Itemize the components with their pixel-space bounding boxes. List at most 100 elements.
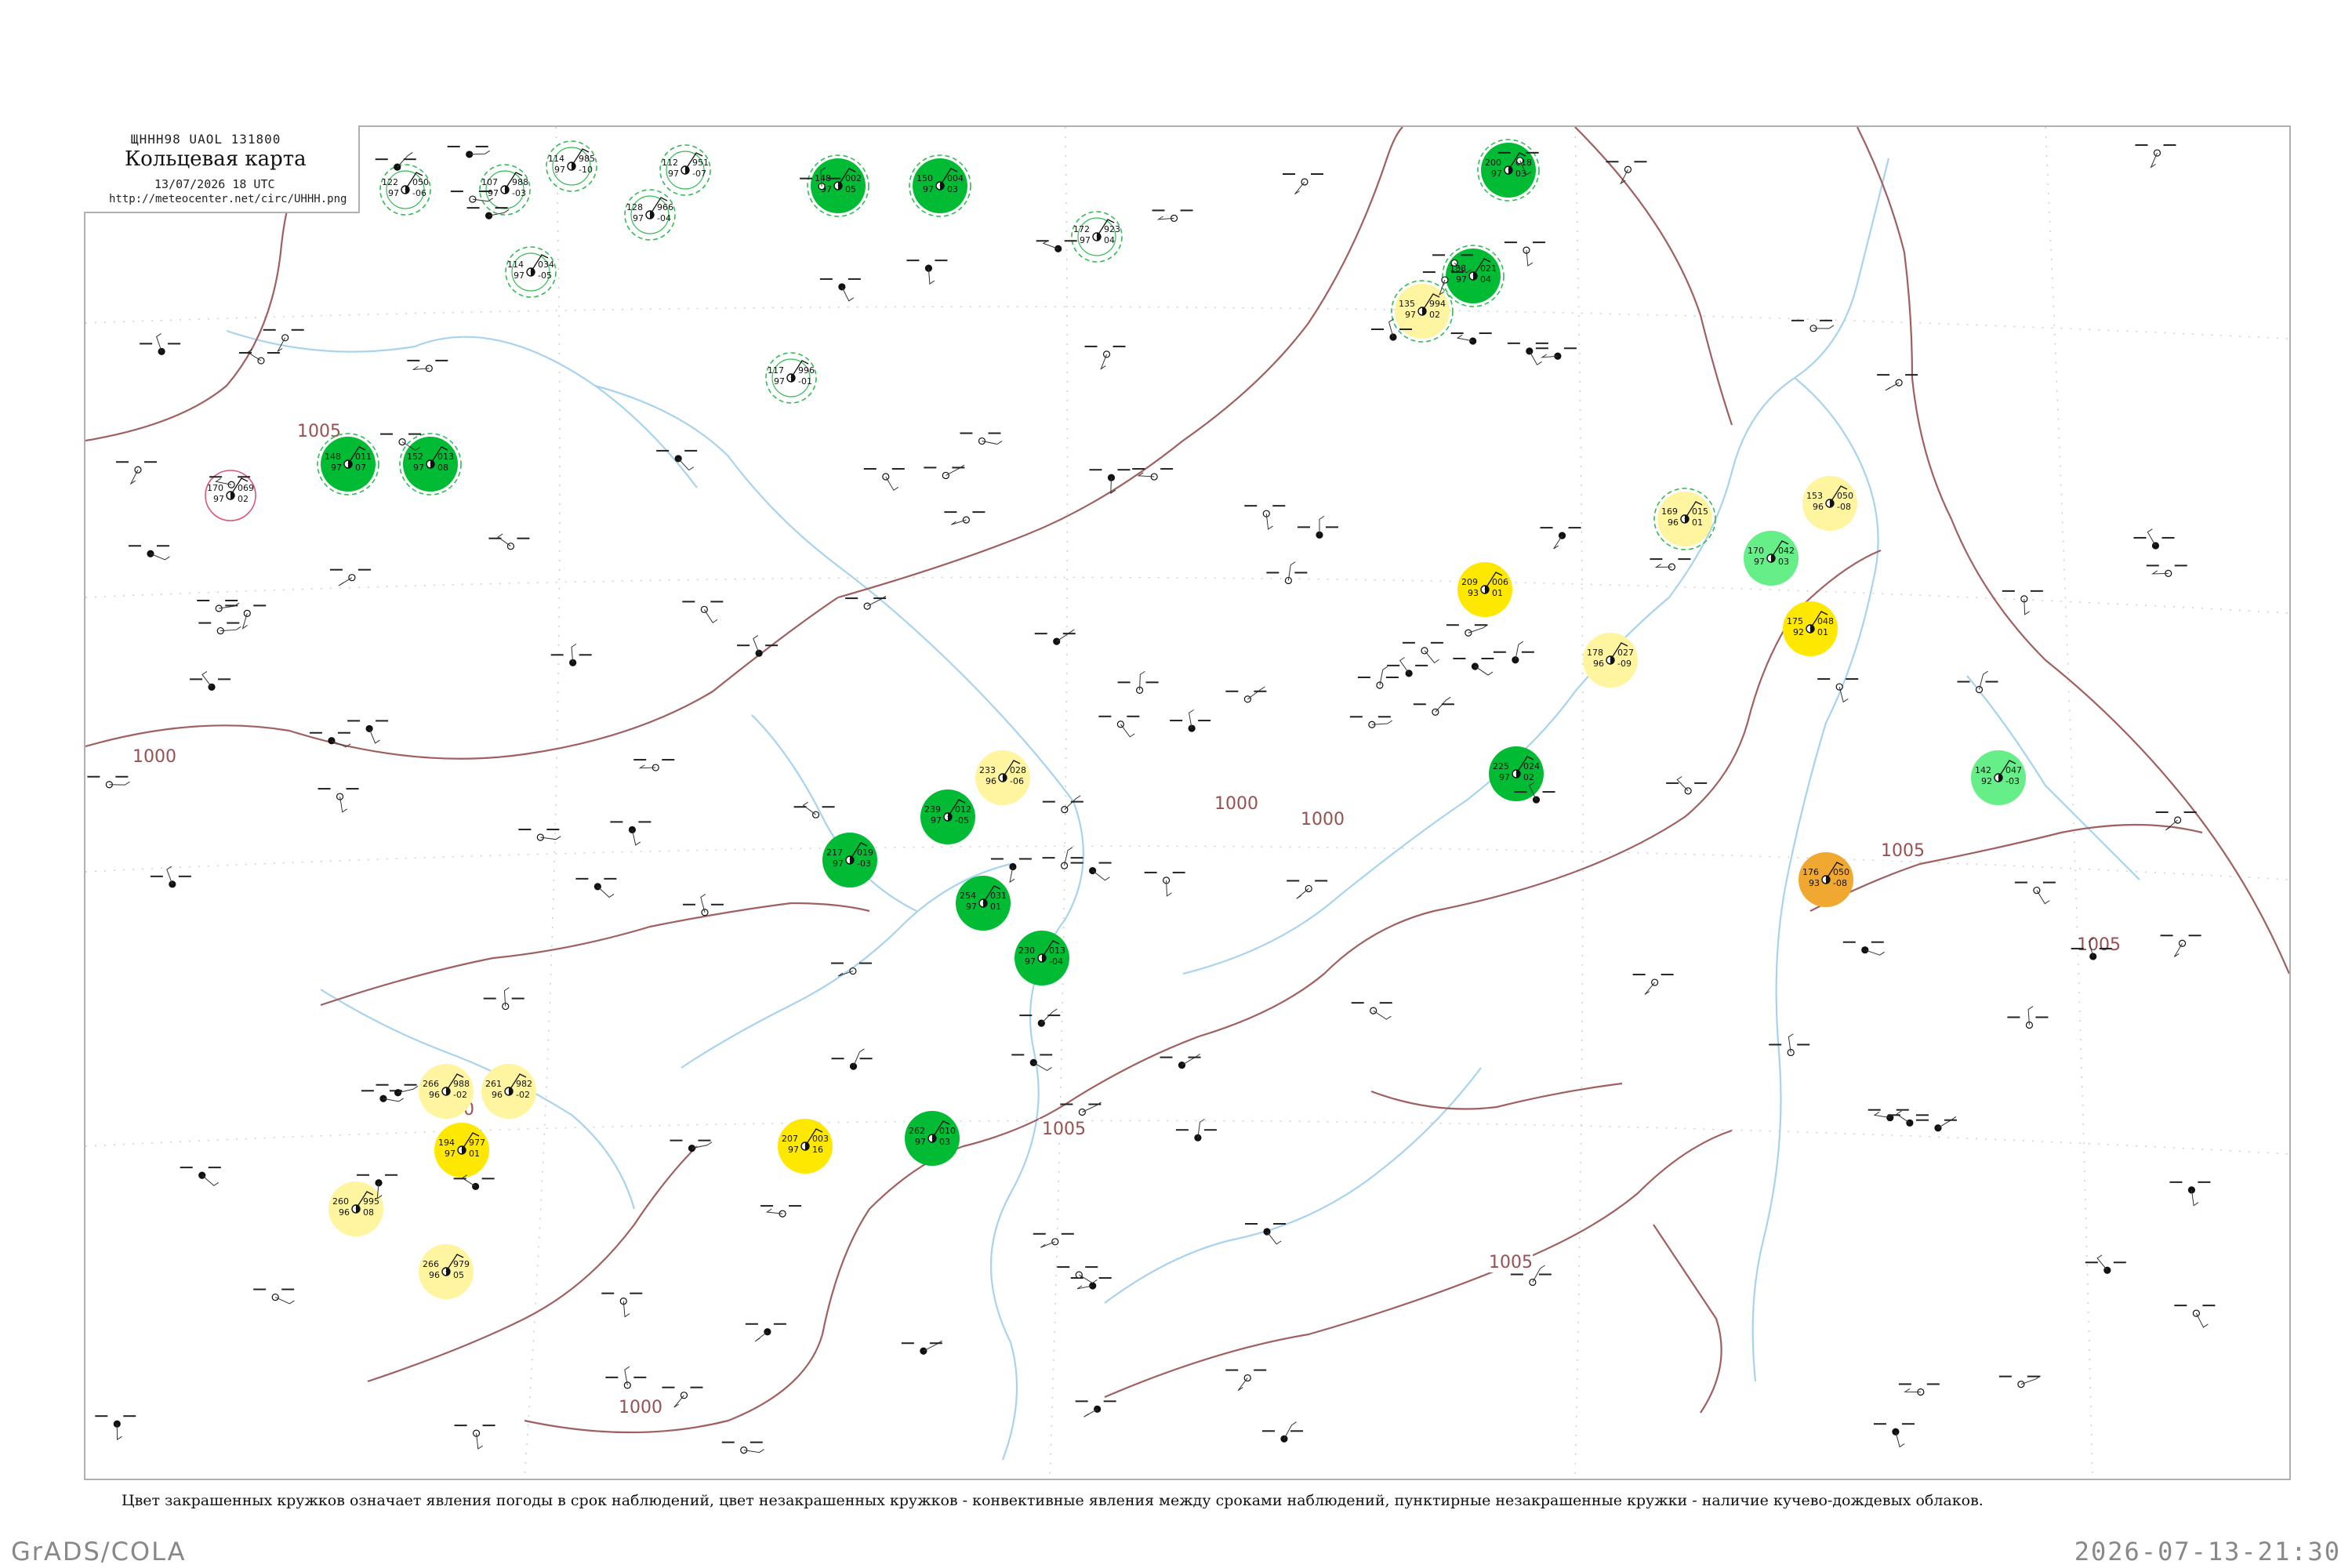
- minor-station-glyph: [1089, 469, 1131, 495]
- minor-reading-mark: [1112, 345, 1126, 347]
- minor-station-glyph: [670, 1139, 713, 1152]
- minor-station-glyph: [1666, 776, 1708, 795]
- pressure-value: 985: [579, 154, 595, 164]
- minor-reading-mark: [517, 537, 530, 539]
- minor-reading-mark: [2169, 1181, 2183, 1183]
- station-plot[interactable]: 260 99596 08: [328, 1181, 383, 1236]
- station-plot[interactable]: 142 047 92 -03: [1971, 750, 2026, 805]
- minor-reading-mark: [483, 997, 496, 1000]
- station-plot[interactable]: 135 994 97 02: [1391, 280, 1454, 343]
- minor-station-glyph: [1033, 1232, 1074, 1248]
- minor-station-glyph: [1998, 1375, 2041, 1388]
- station-plot[interactable]: 233 028 96 -06: [975, 750, 1030, 805]
- minor-reading-mark: [924, 466, 937, 469]
- station-plot[interactable]: 112 951 97 -07: [659, 144, 711, 196]
- minor-reading-mark: [318, 788, 331, 790]
- station-plot[interactable]: 217 019 97 -03: [822, 833, 877, 887]
- station-plot[interactable]: 117 996 97 -01: [765, 352, 817, 404]
- minor-wind-barb: [1885, 382, 1900, 391]
- minor-reading-mark: [1877, 374, 1890, 376]
- minor-reading-mark: [1034, 633, 1047, 635]
- minor-station-glyph: [1413, 696, 1454, 716]
- station-plot[interactable]: 262 010 97 03: [905, 1111, 960, 1166]
- station-plot[interactable]: 194 977 97 01: [434, 1123, 489, 1178]
- station-plot[interactable]: 122 050 97 -06: [379, 164, 431, 216]
- minor-reading-mark: [859, 1058, 873, 1060]
- minor-reading-mark: [1042, 800, 1055, 803]
- station-plot[interactable]: 225 024 97 02: [1489, 746, 1544, 801]
- minor-station-glyph: [944, 511, 985, 525]
- isobar-label: 1005: [1881, 841, 1925, 861]
- minor-reading-mark: [2163, 144, 2176, 147]
- station-plot[interactable]: 254 031 97 01: [956, 876, 1011, 931]
- temperature-value: 114: [548, 154, 564, 164]
- minor-reading-mark: [1160, 1056, 1173, 1058]
- station-plot[interactable]: 170 042 97 03: [1744, 531, 1798, 586]
- minor-wind-barb: [754, 1331, 768, 1342]
- minor-reading-mark: [1244, 505, 1258, 507]
- minor-reading-mark: [376, 720, 389, 722]
- minor-station-glyph: [1791, 319, 1835, 332]
- station-plot[interactable]: 266 988 96 -02: [419, 1064, 474, 1119]
- minor-wind-barb: [2165, 819, 2178, 831]
- minor-reading-mark: [929, 1342, 942, 1345]
- station-plot[interactable]: 152 013 97 08: [399, 433, 462, 495]
- station-plot[interactable]: 128 966 97 -04: [624, 189, 676, 241]
- station-plot[interactable]: 153 050 96 -08: [1802, 476, 1857, 531]
- minor-reading-mark: [1098, 862, 1112, 864]
- minor-station-glyph: [1075, 1400, 1116, 1417]
- minor-reading-mark: [906, 260, 920, 262]
- minor-reading-mark: [225, 599, 238, 601]
- minor-station-layer: [87, 144, 2216, 1454]
- minor-reading-mark: [1432, 254, 1446, 256]
- station-plot[interactable]: 178 027 96 -09: [1583, 633, 1638, 688]
- station-plot[interactable]: 114 985 97 -10: [546, 140, 597, 192]
- minor-station-glyph: [1873, 1423, 1915, 1448]
- map-canvas: 1005100510001000100010001005100510051000…: [85, 127, 2289, 1479]
- station-plot[interactable]: 114 034 97 -05: [505, 246, 557, 298]
- minor-reading-mark: [1402, 641, 1415, 644]
- pressure-value: 013: [437, 452, 454, 462]
- minor-reading-mark: [1842, 941, 1856, 943]
- station-plot[interactable]: 266 979 96 05: [419, 1244, 474, 1299]
- temperature-value: 114: [507, 260, 524, 270]
- station-plot[interactable]: 169 015 96 01: [1653, 488, 1716, 550]
- minor-reading-mark: [901, 1342, 914, 1345]
- station-plot[interactable]: 170 069 97 02: [205, 470, 256, 521]
- station-plot[interactable]: 150 004 97 03: [909, 154, 971, 217]
- station-plot[interactable]: 261 982 96 -02: [481, 1064, 536, 1119]
- minor-reading-mark: [1170, 720, 1183, 722]
- minor-reading-mark: [376, 1083, 389, 1086]
- station-plot[interactable]: 176 050 93 -08: [1798, 852, 1853, 907]
- station-plot[interactable]: 207 003 97 16: [778, 1119, 833, 1174]
- station-plot[interactable]: 175 048 92 01: [1783, 601, 1838, 656]
- station-plot[interactable]: 200 01897 03: [1477, 139, 1540, 201]
- dewpoint-value: 96: [339, 1207, 350, 1218]
- minor-station-glyph: [1036, 240, 1077, 252]
- dewpoint-value: 97: [1499, 772, 1510, 782]
- station-plot[interactable]: 148 00297 05: [807, 154, 869, 217]
- minor-station-glyph: [1261, 1421, 1303, 1443]
- minor-station-glyph: [115, 461, 157, 485]
- minor-reading-mark: [1399, 328, 1412, 330]
- temperature-value: 112: [662, 158, 678, 168]
- minor-station-glyph: [793, 801, 835, 818]
- minor-wind-barb: [1468, 624, 1489, 633]
- temperature-value: 225: [1493, 761, 1509, 771]
- pressure-value: 988: [453, 1079, 470, 1089]
- station-plot[interactable]: 239 012 97 -05: [920, 789, 975, 844]
- minor-reading-mark: [1532, 241, 1545, 244]
- minor-reading-mark: [346, 788, 359, 790]
- minor-reading-mark: [1061, 1232, 1074, 1235]
- minor-station-glyph: [2085, 1254, 2126, 1274]
- isobar-label: 1000: [619, 1398, 662, 1417]
- station-plot[interactable]: 172 923 97 04: [1071, 211, 1123, 263]
- station-plot[interactable]: 148 011 97 07: [317, 433, 379, 495]
- minor-wind-barb: [923, 1340, 942, 1352]
- station-plot[interactable]: 209 006 93 01: [1457, 562, 1512, 617]
- station-plot[interactable]: 230 013 97 -04: [1014, 931, 1069, 985]
- minor-station-glyph: [1060, 1102, 1102, 1116]
- minor-reading-mark: [1479, 332, 1492, 335]
- minor-reading-mark: [407, 359, 420, 361]
- pressure-value: 994: [1429, 299, 1446, 309]
